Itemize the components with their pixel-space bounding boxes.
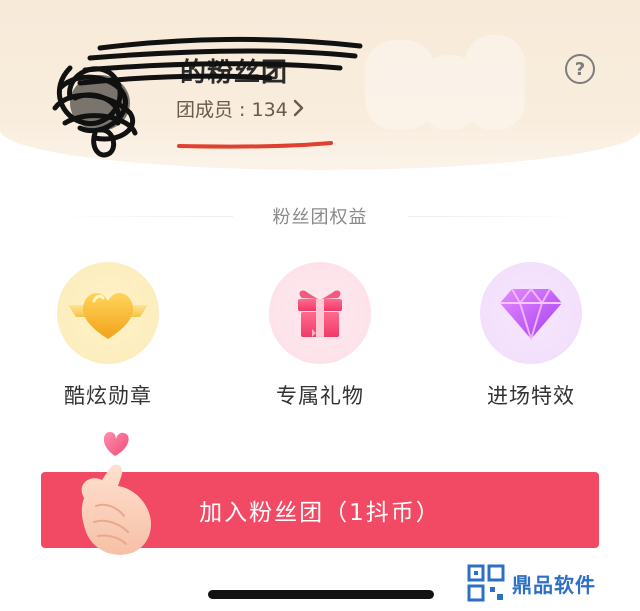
divider-left (50, 215, 233, 217)
perk-label: 进场特效 (487, 384, 575, 408)
watermark: 鼎品软件 (466, 563, 596, 603)
help-button[interactable]: ? (565, 54, 595, 84)
perk-icon-circle (269, 262, 371, 364)
fan-club-sheet: 的粉丝团 团成员 : 134 ? 粉丝团权益 酷炫勋章 专属礼物 进场特效 加入… (0, 0, 640, 611)
redaction-scribble (52, 36, 363, 158)
header-decoration-icon (365, 35, 525, 130)
perk-label: 酷炫勋章 (64, 384, 152, 408)
perk-cool-badge[interactable]: 酷炫勋章 (43, 262, 173, 412)
perk-entry-effect[interactable]: 进场特效 (466, 262, 596, 412)
perk-exclusive-gift[interactable]: 专属礼物 (255, 262, 385, 412)
perk-icon-circle (480, 262, 582, 364)
perks-section-title: 粉丝团权益 (272, 207, 368, 228)
diamond-icon (500, 287, 562, 341)
gift-box-icon (298, 290, 342, 337)
perks-section-header: 粉丝团权益 (50, 200, 590, 232)
gold-heart-badge-icon (68, 292, 148, 339)
finger-heart-hand-icon (81, 432, 152, 555)
home-indicator[interactable] (208, 590, 434, 599)
perk-icon-circle (57, 262, 159, 364)
watermark-logo-icon (467, 564, 505, 602)
fan-club-header: 的粉丝团 团成员 : 134 ? (0, 0, 640, 170)
watermark-text: 鼎品软件 (512, 572, 596, 597)
perk-label: 专属礼物 (276, 384, 364, 408)
divider-right (407, 215, 590, 217)
question-mark-icon: ? (574, 58, 586, 80)
